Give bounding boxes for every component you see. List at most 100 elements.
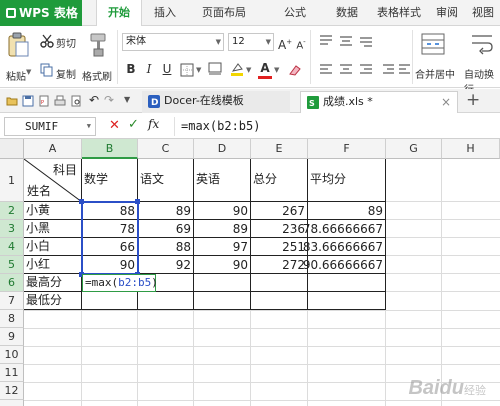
format-painter-button[interactable]: 格式刷 bbox=[82, 68, 112, 83]
export-pdf-icon[interactable]: P bbox=[38, 95, 50, 107]
row-header-12[interactable]: 12 bbox=[0, 382, 24, 400]
column-header-c[interactable]: C bbox=[138, 139, 194, 159]
column-header-b[interactable]: B bbox=[82, 139, 138, 159]
cell-a3[interactable]: 小黑 bbox=[24, 220, 82, 238]
cell-f4[interactable]: 83.66666667 bbox=[303, 238, 386, 256]
underline-icon[interactable]: U bbox=[160, 61, 174, 77]
cell-b7[interactable] bbox=[82, 292, 138, 310]
cell-d4[interactable]: 97 bbox=[194, 238, 251, 256]
copy-icon[interactable] bbox=[40, 63, 53, 77]
cell-e1[interactable]: 总分 bbox=[251, 159, 308, 202]
insert-function-button[interactable]: fx bbox=[148, 117, 159, 131]
cell-c5[interactable]: 92 bbox=[138, 256, 194, 274]
column-header-a[interactable]: A bbox=[24, 139, 82, 159]
cell-a2[interactable]: 小黄 bbox=[24, 202, 82, 220]
cancel-entry-icon[interactable]: ✕ bbox=[109, 118, 120, 133]
cell-f1[interactable]: 平均分 bbox=[308, 159, 386, 202]
tab-insert[interactable]: 插入 bbox=[150, 0, 180, 26]
select-all-corner[interactable] bbox=[0, 139, 24, 159]
quick-access-dropdown-icon[interactable]: ▼ bbox=[124, 95, 130, 104]
merge-center-button[interactable]: 合并居中 bbox=[415, 66, 455, 81]
merge-cells-icon[interactable] bbox=[208, 62, 222, 77]
tab-data[interactable]: 数据 bbox=[332, 0, 362, 26]
name-box[interactable]: SUMIF ▼ bbox=[4, 117, 96, 136]
fill-color-dropdown-icon[interactable]: ▼ bbox=[246, 66, 251, 74]
row-header-13[interactable] bbox=[0, 400, 24, 406]
row-header-10[interactable]: 10 bbox=[0, 346, 24, 364]
range-handle[interactable] bbox=[135, 199, 140, 204]
cell-d2[interactable]: 90 bbox=[194, 202, 251, 220]
font-size-select[interactable]: 12 ▼ bbox=[228, 33, 274, 51]
cell-e7[interactable] bbox=[251, 292, 308, 310]
cell-d7[interactable] bbox=[194, 292, 251, 310]
cell-a4[interactable]: 小白 bbox=[24, 238, 82, 256]
row-header-7[interactable]: 7 bbox=[0, 292, 24, 310]
shrink-font-icon[interactable]: A- bbox=[294, 34, 308, 51]
font-color-icon[interactable]: A bbox=[258, 60, 272, 76]
column-header-g[interactable]: G bbox=[386, 139, 442, 159]
cell-d5[interactable]: 90 bbox=[194, 256, 251, 274]
tab-home[interactable]: 开始 bbox=[96, 0, 142, 27]
cell-c2[interactable]: 89 bbox=[138, 202, 194, 220]
print-preview-icon[interactable] bbox=[70, 95, 82, 107]
cell-f3[interactable]: 78.66666667 bbox=[303, 220, 386, 238]
cell-f7[interactable] bbox=[308, 292, 386, 310]
tab-formulas[interactable]: 公式 bbox=[280, 0, 310, 26]
column-header-f[interactable]: F bbox=[308, 139, 386, 159]
cell-e2[interactable]: 267 bbox=[251, 202, 308, 220]
tab-table-style[interactable]: 表格样式 bbox=[370, 0, 428, 26]
copy-button[interactable]: 复制 bbox=[56, 66, 76, 81]
horizontal-align-icons[interactable] bbox=[318, 63, 378, 77]
cell-b1[interactable]: 数学 bbox=[82, 159, 138, 202]
cell-d3[interactable]: 89 bbox=[194, 220, 251, 238]
new-tab-button[interactable]: + bbox=[466, 90, 480, 110]
paste-icon[interactable] bbox=[6, 32, 30, 58]
cell-c4[interactable]: 88 bbox=[138, 238, 194, 256]
auto-wrap-icon[interactable] bbox=[470, 31, 494, 57]
row-header-4[interactable]: 4 bbox=[0, 238, 24, 256]
bold-icon[interactable]: B bbox=[124, 61, 138, 77]
column-header-d[interactable]: D bbox=[194, 139, 251, 159]
paste-dropdown-icon[interactable]: ▼ bbox=[26, 68, 31, 76]
cut-button[interactable]: 剪切 bbox=[56, 35, 76, 50]
cell-b4[interactable]: 66 bbox=[82, 238, 138, 256]
row-header-5[interactable]: 5 bbox=[0, 256, 24, 274]
tab-page-layout[interactable]: 页面布局 bbox=[196, 0, 252, 26]
cell-b3[interactable]: 78 bbox=[82, 220, 138, 238]
cell-f5[interactable]: 90.66666667 bbox=[303, 256, 386, 274]
cell-e6[interactable] bbox=[251, 274, 308, 292]
indent-icons[interactable] bbox=[382, 63, 412, 77]
cell-a5[interactable]: 小红 bbox=[24, 256, 82, 274]
row-header-8[interactable]: 8 bbox=[0, 310, 24, 328]
row-header-9[interactable]: 9 bbox=[0, 328, 24, 346]
borders-icon[interactable] bbox=[180, 63, 194, 77]
cell-d1[interactable]: 英语 bbox=[194, 159, 251, 202]
cell-c3[interactable]: 69 bbox=[138, 220, 194, 238]
row-header-1[interactable]: 1 bbox=[0, 159, 24, 202]
row-header-2[interactable]: 2 bbox=[0, 202, 24, 220]
clear-format-icon[interactable] bbox=[288, 63, 302, 77]
column-header-h[interactable]: H bbox=[442, 139, 500, 159]
cell-c7[interactable] bbox=[138, 292, 194, 310]
print-icon[interactable] bbox=[54, 95, 66, 107]
redo-icon[interactable]: ↷ bbox=[104, 93, 114, 107]
cell-d6[interactable] bbox=[194, 274, 251, 292]
save-icon[interactable] bbox=[22, 95, 34, 107]
italic-icon[interactable]: I bbox=[142, 61, 156, 77]
cell-a6[interactable]: 最高分 bbox=[24, 274, 82, 292]
grow-font-icon[interactable]: A+ bbox=[278, 34, 292, 52]
scissors-icon[interactable] bbox=[40, 34, 54, 48]
paste-button[interactable]: 粘贴 bbox=[6, 68, 26, 83]
cell-b5[interactable]: 90 bbox=[82, 256, 138, 274]
tab-workbook[interactable]: S 成绩.xls * × bbox=[300, 91, 458, 113]
folder-icon[interactable] bbox=[6, 95, 18, 107]
range-handle[interactable] bbox=[79, 199, 84, 204]
format-painter-icon[interactable] bbox=[88, 32, 110, 58]
cell-b2[interactable]: 88 bbox=[82, 202, 138, 220]
cell-editor-b6[interactable]: =max(b2:b5) bbox=[82, 274, 158, 292]
cell-a7[interactable]: 最低分 bbox=[24, 292, 82, 310]
column-header-e[interactable]: E bbox=[251, 139, 308, 159]
fill-color-icon[interactable] bbox=[230, 62, 244, 77]
vertical-align-icons[interactable] bbox=[318, 34, 378, 48]
font-color-dropdown-icon[interactable]: ▼ bbox=[274, 66, 279, 74]
